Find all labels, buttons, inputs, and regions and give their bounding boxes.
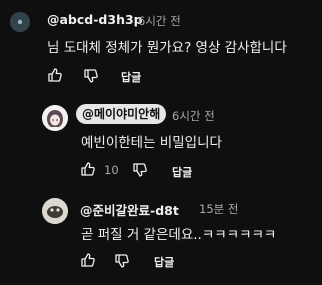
comment-reply: @메이야미안해 6시간 전 예빈이한테는 비밀입니다 10 답글 (0, 95, 322, 180)
comment-time[interactable]: 15분 전 (199, 201, 238, 217)
thumbs-up-icon[interactable] (80, 252, 96, 268)
comment-reply: @준비갈완료-d8t 15분 전 곧 퍼질 거 같은데요..ㅋㅋㅋㅋㅋㅋ 답글 (0, 190, 322, 285)
comment-time[interactable]: 6시간 전 (172, 108, 215, 124)
reply-button[interactable]: 답글 (154, 254, 174, 270)
comment: @abcd-d3h3p 6시간 전 님 도대체 정체가 뭔가요? 영상 감사합니… (0, 0, 322, 95)
comment-time[interactable]: 6시간 전 (138, 13, 181, 29)
thumbs-up-icon[interactable] (47, 67, 63, 83)
reply-button[interactable]: 답글 (121, 69, 141, 85)
comment-text: 곧 퍼질 거 같은데요..ㅋㅋㅋㅋㅋㅋ (81, 227, 277, 243)
like-count: 10 (104, 163, 119, 177)
thumbs-down-icon[interactable] (83, 68, 99, 84)
avatar[interactable] (10, 12, 30, 32)
thumbs-up-icon[interactable] (80, 161, 96, 177)
comment-text: 님 도대체 정체가 뭔가요? 영상 감사합니다 (47, 40, 287, 56)
avatar-icon (42, 198, 68, 224)
comment-author[interactable]: @준비갈완료-d8t (80, 200, 179, 219)
avatar-icon (10, 12, 30, 32)
avatar[interactable] (42, 105, 68, 131)
thumbs-down-icon[interactable] (114, 253, 130, 269)
thumbs-down-icon[interactable] (132, 162, 148, 178)
comment-author[interactable]: @abcd-d3h3p (47, 12, 143, 27)
reply-button[interactable]: 답글 (172, 164, 192, 180)
comment-text: 예빈이한테는 비밀입니다 (81, 135, 222, 151)
avatar[interactable] (42, 198, 68, 224)
creator-handle-badge[interactable]: @메이야미안해 (76, 104, 167, 124)
avatar-icon (42, 105, 68, 131)
